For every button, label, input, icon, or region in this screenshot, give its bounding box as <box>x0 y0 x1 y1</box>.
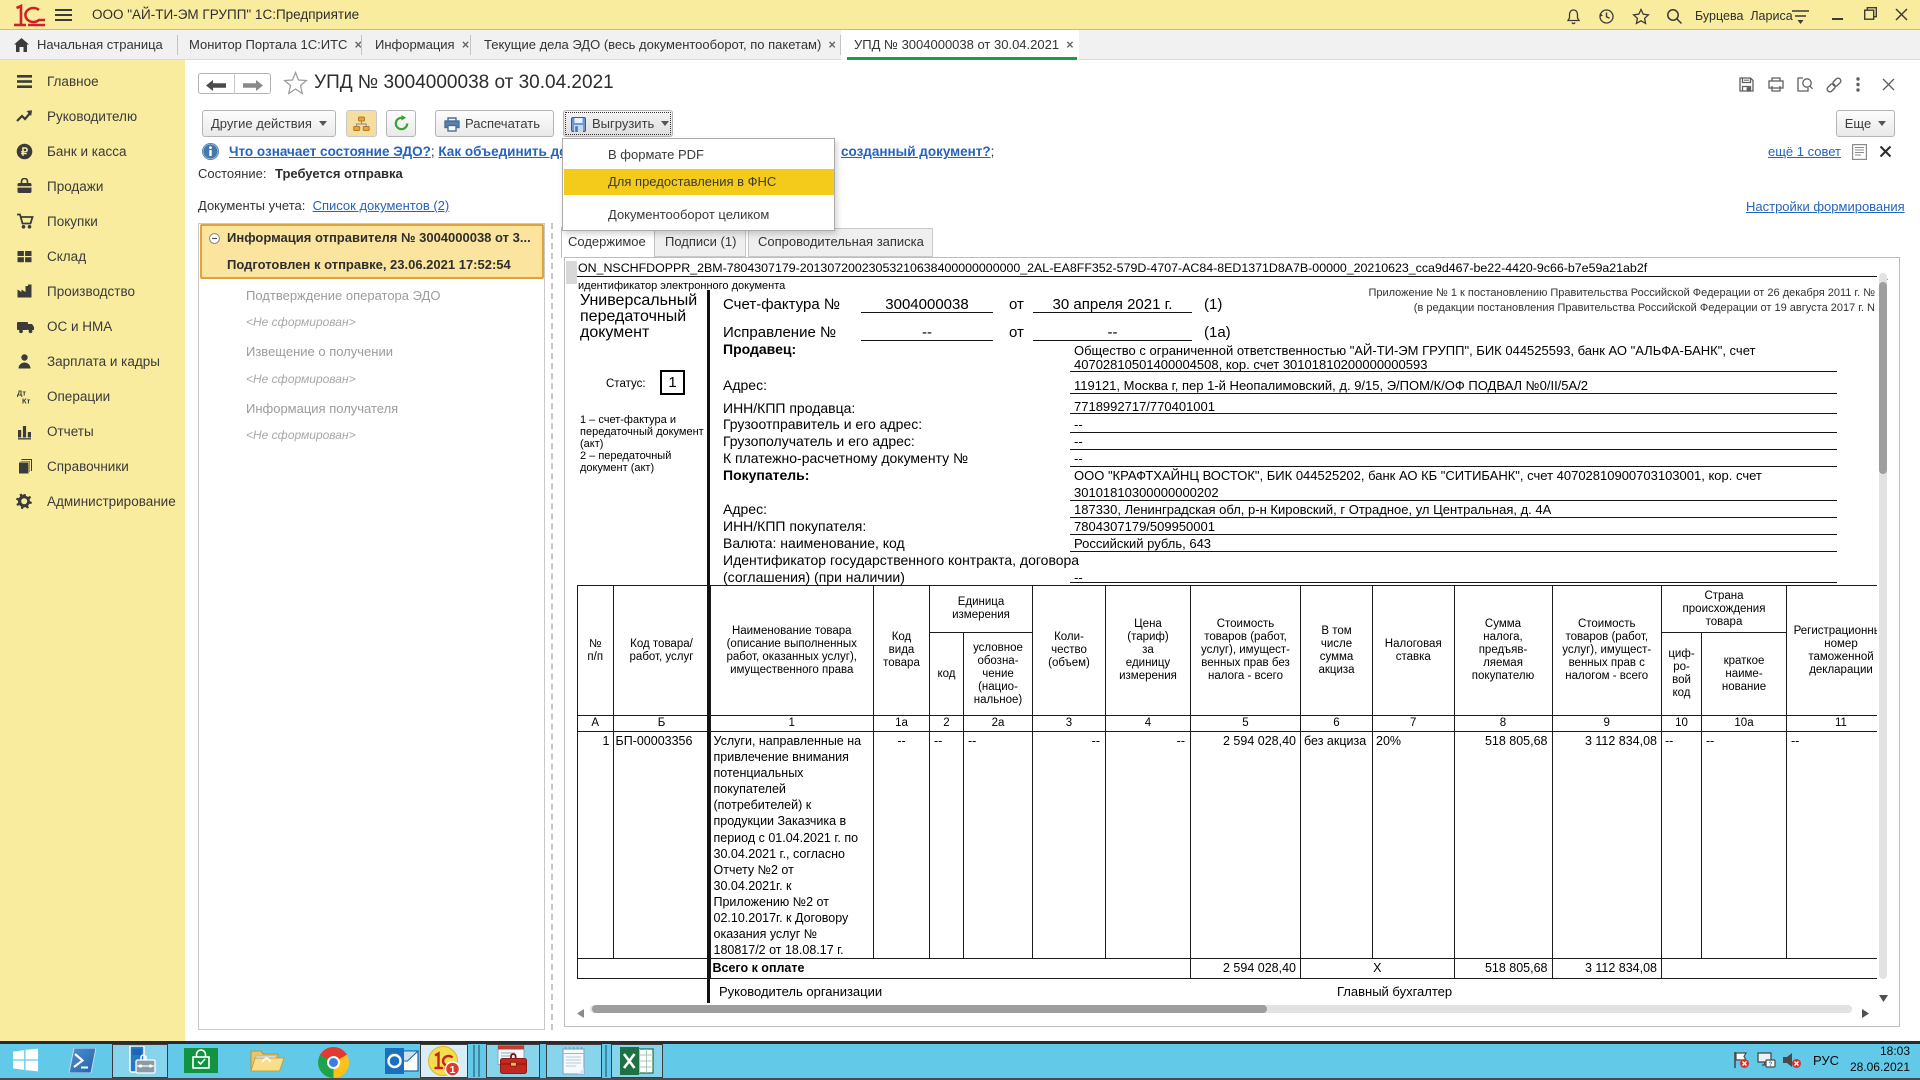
svg-text:₽: ₽ <box>21 146 28 158</box>
svg-text:?: ? <box>1769 1062 1773 1068</box>
svg-text:Кт: Кт <box>22 397 31 406</box>
svg-text:1: 1 <box>450 1064 456 1076</box>
